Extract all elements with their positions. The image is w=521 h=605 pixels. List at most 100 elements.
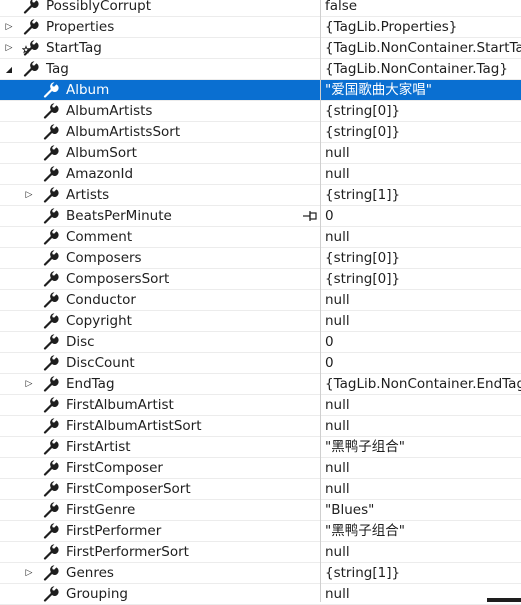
watch-row-tag[interactable]: ◢ Tag {TagLib.NonContainer.Tag}: [0, 59, 521, 80]
property-value[interactable]: null: [321, 227, 521, 247]
column-divider[interactable]: [320, 0, 321, 602]
property-value[interactable]: null: [321, 395, 521, 415]
property-value[interactable]: false: [321, 0, 521, 16]
property-value[interactable]: {string[0]}: [321, 122, 521, 142]
name-cell[interactable]: PossiblyCorrupt: [0, 0, 320, 16]
watch-row-beatsperminute[interactable]: BeatsPerMinute 0: [0, 206, 521, 227]
watch-row-starttag[interactable]: ▷ StartTag {TagLib.NonContainer.StartTag…: [0, 38, 521, 59]
watch-row-properties[interactable]: ▷ Properties {TagLib.Properties}: [0, 17, 521, 38]
name-cell[interactable]: DiscCount: [0, 353, 320, 373]
property-value[interactable]: null: [321, 290, 521, 310]
property-value[interactable]: null: [321, 416, 521, 436]
name-cell[interactable]: Grouping: [0, 584, 320, 604]
watch-row-firstcomposersort[interactable]: FirstComposerSort null: [0, 479, 521, 500]
name-cell[interactable]: AlbumArtists: [0, 101, 320, 121]
expand-chevron-icon[interactable]: ▷: [23, 374, 35, 394]
expand-chevron-icon[interactable]: ▷: [3, 17, 15, 37]
name-cell[interactable]: Composers: [0, 248, 320, 268]
property-value[interactable]: 0: [321, 332, 521, 352]
name-cell[interactable]: Comment: [0, 227, 320, 247]
property-value[interactable]: {string[1]}: [321, 563, 521, 583]
property-value[interactable]: null: [321, 458, 521, 478]
watch-row-endtag[interactable]: ▷ EndTag {TagLib.NonContainer.EndTag}: [0, 374, 521, 395]
collapse-chevron-icon[interactable]: ◢: [3, 59, 15, 79]
watch-row-possiblycorrupt[interactable]: PossiblyCorrupt false: [0, 0, 521, 17]
horizontal-scrollbar-thumb[interactable]: [487, 598, 521, 602]
property-value[interactable]: {string[1]}: [321, 185, 521, 205]
name-cell[interactable]: ComposersSort: [0, 269, 320, 289]
property-value[interactable]: {TagLib.NonContainer.EndTag}: [321, 374, 521, 394]
name-cell[interactable]: BeatsPerMinute: [0, 206, 320, 226]
property-value[interactable]: {string[0]}: [321, 248, 521, 268]
property-value[interactable]: {TagLib.NonContainer.StartTag}: [321, 38, 521, 58]
property-value[interactable]: null: [321, 311, 521, 331]
name-cell[interactable]: ▷ EndTag: [0, 374, 320, 394]
watch-row-conductor[interactable]: Conductor null: [0, 290, 521, 311]
watch-row-firstalbumartistsort[interactable]: FirstAlbumArtistSort null: [0, 416, 521, 437]
name-cell[interactable]: FirstArtist: [0, 437, 320, 457]
property-value[interactable]: {TagLib.NonContainer.Tag}: [321, 59, 521, 79]
name-cell[interactable]: AlbumSort: [0, 143, 320, 163]
watch-row-comment[interactable]: Comment null: [0, 227, 521, 248]
property-value[interactable]: 0: [321, 353, 521, 373]
watch-row-album[interactable]: Album "爱国歌曲大家唱": [0, 80, 521, 101]
property-value[interactable]: {string[0]}: [321, 101, 521, 121]
expander-placeholder: [23, 521, 35, 541]
property-value[interactable]: "Blues": [321, 500, 521, 520]
watch-row-firstperformer[interactable]: FirstPerformer "黑鸭子组合": [0, 521, 521, 542]
property-value[interactable]: {TagLib.Properties}: [321, 17, 521, 37]
name-cell[interactable]: FirstAlbumArtist: [0, 395, 320, 415]
property-value[interactable]: {string[0]}: [321, 269, 521, 289]
watch-row-genres[interactable]: ▷ Genres {string[1]}: [0, 563, 521, 584]
expand-chevron-icon[interactable]: ▷: [23, 185, 35, 205]
watch-row-disc[interactable]: Disc 0: [0, 332, 521, 353]
name-cell[interactable]: FirstComposer: [0, 458, 320, 478]
name-cell[interactable]: ▷ Genres: [0, 563, 320, 583]
name-cell[interactable]: AlbumArtistsSort: [0, 122, 320, 142]
expander-placeholder: [23, 290, 35, 310]
watch-row-firstartist[interactable]: FirstArtist "黑鸭子组合": [0, 437, 521, 458]
property-name: Disc: [66, 334, 95, 350]
watch-row-composerssort[interactable]: ComposersSort {string[0]}: [0, 269, 521, 290]
name-cell[interactable]: FirstPerformer: [0, 521, 320, 541]
name-cell[interactable]: Album: [0, 80, 320, 100]
pin-icon[interactable]: [302, 210, 318, 222]
name-cell[interactable]: FirstComposerSort: [0, 479, 320, 499]
name-cell[interactable]: Disc: [0, 332, 320, 352]
watch-row-albumartists[interactable]: AlbumArtists {string[0]}: [0, 101, 521, 122]
expand-chevron-icon[interactable]: ▷: [23, 563, 35, 583]
watch-row-copyright[interactable]: Copyright null: [0, 311, 521, 332]
watch-row-firstcomposer[interactable]: FirstComposer null: [0, 458, 521, 479]
property-value[interactable]: "爱国歌曲大家唱": [321, 80, 521, 100]
watch-row-firstperformersort[interactable]: FirstPerformerSort null: [0, 542, 521, 563]
watch-row-albumartistssort[interactable]: AlbumArtistsSort {string[0]}: [0, 122, 521, 143]
watch-row-disccount[interactable]: DiscCount 0: [0, 353, 521, 374]
property-name: FirstPerformer: [66, 523, 162, 539]
wrench-star-icon: [22, 40, 39, 56]
name-cell[interactable]: AmazonId: [0, 164, 320, 184]
name-cell[interactable]: Copyright: [0, 311, 320, 331]
property-value[interactable]: null: [321, 164, 521, 184]
watch-row-albumsort[interactable]: AlbumSort null: [0, 143, 521, 164]
name-cell[interactable]: FirstGenre: [0, 500, 320, 520]
name-cell[interactable]: ▷ Artists: [0, 185, 320, 205]
name-cell[interactable]: ◢ Tag: [0, 59, 320, 79]
name-cell[interactable]: ▷ StartTag: [0, 38, 320, 58]
watch-row-firstgenre[interactable]: FirstGenre "Blues": [0, 500, 521, 521]
name-cell[interactable]: Conductor: [0, 290, 320, 310]
wrench-icon: [43, 481, 59, 497]
name-cell[interactable]: ▷ Properties: [0, 17, 320, 37]
watch-row-artists[interactable]: ▷ Artists {string[1]}: [0, 185, 521, 206]
watch-row-composers[interactable]: Composers {string[0]}: [0, 248, 521, 269]
property-value[interactable]: null: [321, 479, 521, 499]
watch-row-firstalbumartist[interactable]: FirstAlbumArtist null: [0, 395, 521, 416]
watch-row-amazonid[interactable]: AmazonId null: [0, 164, 521, 185]
property-value[interactable]: null: [321, 542, 521, 562]
property-value[interactable]: 0: [321, 206, 521, 226]
name-cell[interactable]: FirstPerformerSort: [0, 542, 320, 562]
property-value[interactable]: "黑鸭子组合": [321, 521, 521, 541]
name-cell[interactable]: FirstAlbumArtistSort: [0, 416, 320, 436]
expand-chevron-icon[interactable]: ▷: [3, 38, 15, 58]
property-value[interactable]: "黑鸭子组合": [321, 437, 521, 457]
property-value[interactable]: null: [321, 143, 521, 163]
